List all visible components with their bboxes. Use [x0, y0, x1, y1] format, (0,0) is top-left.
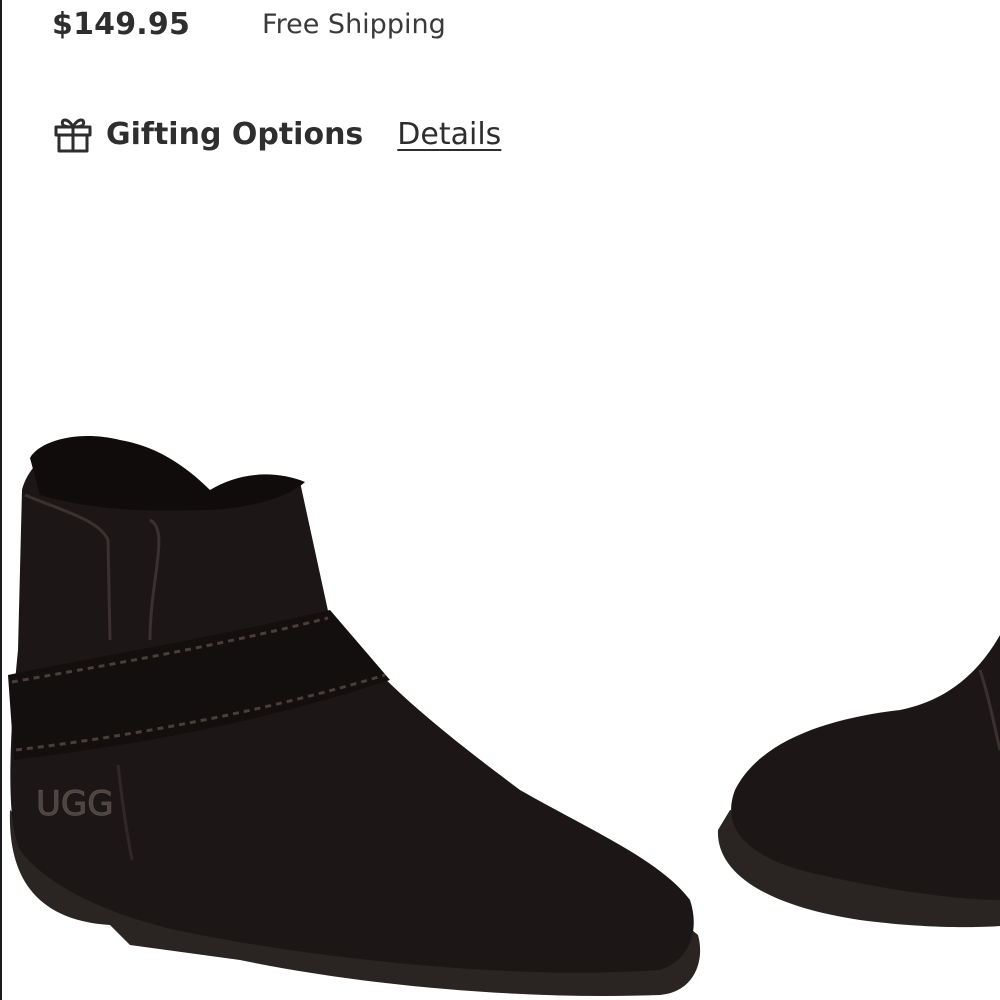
gifting-options-row: Gifting Options Details [52, 106, 501, 162]
product-image[interactable]: UGG [0, 400, 1000, 1000]
gift-icon [52, 113, 94, 155]
brand-mark: UGG [36, 784, 114, 824]
product-price: $149.95 [52, 6, 191, 42]
gifting-details-link[interactable]: Details [397, 117, 501, 152]
left-boot: UGG [8, 436, 701, 996]
gifting-options-label: Gifting Options [106, 116, 364, 152]
price-shipping-row: $149.95 Free Shipping [52, 2, 446, 46]
shipping-info: Free Shipping [262, 8, 446, 40]
right-boot [717, 635, 1000, 928]
